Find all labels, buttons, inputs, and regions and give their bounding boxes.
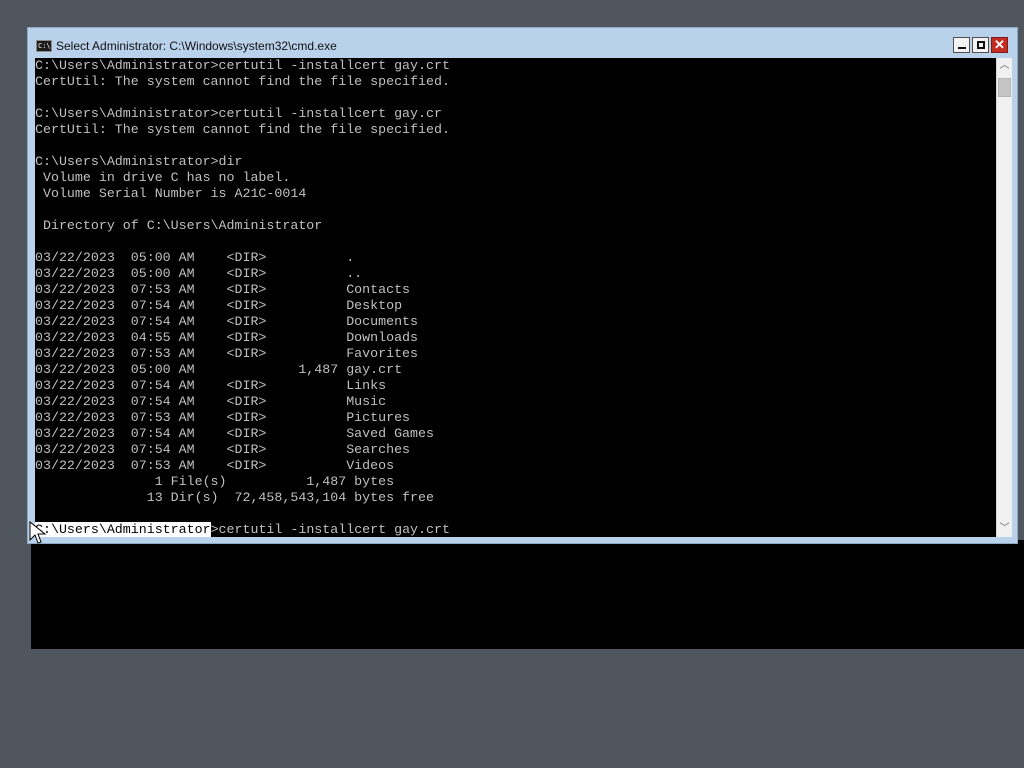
close-button[interactable]: ✕ — [991, 37, 1008, 53]
console-line: 03/22/2023 07:53 AM <DIR> Favorites — [35, 346, 419, 361]
console-output[interactable]: C:\Users\Administrator>certutil -install… — [35, 58, 996, 537]
command-text[interactable]: >certutil -installcert gay.crt — [211, 522, 450, 537]
console-line: C:\Users\Administrator>certutil -install… — [35, 58, 450, 73]
console-line: Volume Serial Number is A21C-0014 — [35, 186, 307, 201]
selected-prompt-text[interactable]: C:\Users\Administrator — [35, 522, 211, 537]
console-line: 03/22/2023 05:00 AM <DIR> . — [35, 250, 355, 265]
console-line: 03/22/2023 07:53 AM <DIR> Pictures — [35, 410, 411, 425]
console-line: Directory of C:\Users\Administrator — [35, 218, 323, 233]
window-title: Select Administrator: C:\Windows\system3… — [56, 39, 337, 53]
vertical-scrollbar[interactable]: ︿ ﹀ — [996, 58, 1012, 537]
console-line: Volume in drive C has no label. — [35, 170, 291, 185]
console-line: CertUtil: The system cannot find the fil… — [35, 122, 450, 137]
console-line: 03/22/2023 07:54 AM <DIR> Links — [35, 378, 387, 393]
console-line: 03/22/2023 07:53 AM <DIR> Contacts — [35, 282, 411, 297]
close-icon: ✕ — [994, 37, 1005, 52]
console-line: 03/22/2023 07:54 AM <DIR> Music — [35, 394, 387, 409]
console-line: 03/22/2023 05:00 AM <DIR> .. — [35, 266, 363, 281]
console-line: 03/22/2023 07:54 AM <DIR> Documents — [35, 314, 419, 329]
scroll-up-icon[interactable]: ︿ — [997, 58, 1012, 74]
maximize-button[interactable] — [972, 37, 989, 53]
console-line: 03/22/2023 07:53 AM <DIR> Videos — [35, 458, 395, 473]
console-line: CertUtil: The system cannot find the fil… — [35, 74, 450, 89]
command-prompt-window[interactable]: C:\ Select Administrator: C:\Windows\sys… — [27, 27, 1018, 544]
minimize-icon — [958, 47, 966, 49]
console-line: 03/22/2023 07:54 AM <DIR> Searches — [35, 442, 411, 457]
current-command-line[interactable]: C:\Users\Administrator>certutil -install… — [35, 522, 996, 537]
scrollbar-thumb[interactable] — [998, 78, 1011, 97]
console-line: C:\Users\Administrator>dir — [35, 154, 243, 169]
window-controls: ✕ — [953, 37, 1008, 53]
maximize-icon — [977, 41, 985, 49]
scroll-down-icon[interactable]: ﹀ — [997, 521, 1012, 537]
console-line: 03/22/2023 04:55 AM <DIR> Downloads — [35, 330, 419, 345]
cmd-icon: C:\ — [36, 40, 52, 52]
title-bar[interactable]: C:\ Select Administrator: C:\Windows\sys… — [28, 28, 1017, 58]
console-line: 1 File(s) 1,487 bytes — [35, 474, 395, 489]
console-line: C:\Users\Administrator>certutil -install… — [35, 106, 442, 121]
background-console-area — [31, 540, 1024, 649]
console-line: 03/22/2023 07:54 AM <DIR> Desktop — [35, 298, 403, 313]
console-line: 03/22/2023 05:00 AM 1,487 gay.crt — [35, 362, 403, 377]
minimize-button[interactable] — [953, 37, 970, 53]
mouse-pointer-icon — [29, 521, 47, 544]
console-line: 03/22/2023 07:54 AM <DIR> Saved Games — [35, 426, 434, 441]
console-line: 13 Dir(s) 72,458,543,104 bytes free — [35, 490, 434, 505]
